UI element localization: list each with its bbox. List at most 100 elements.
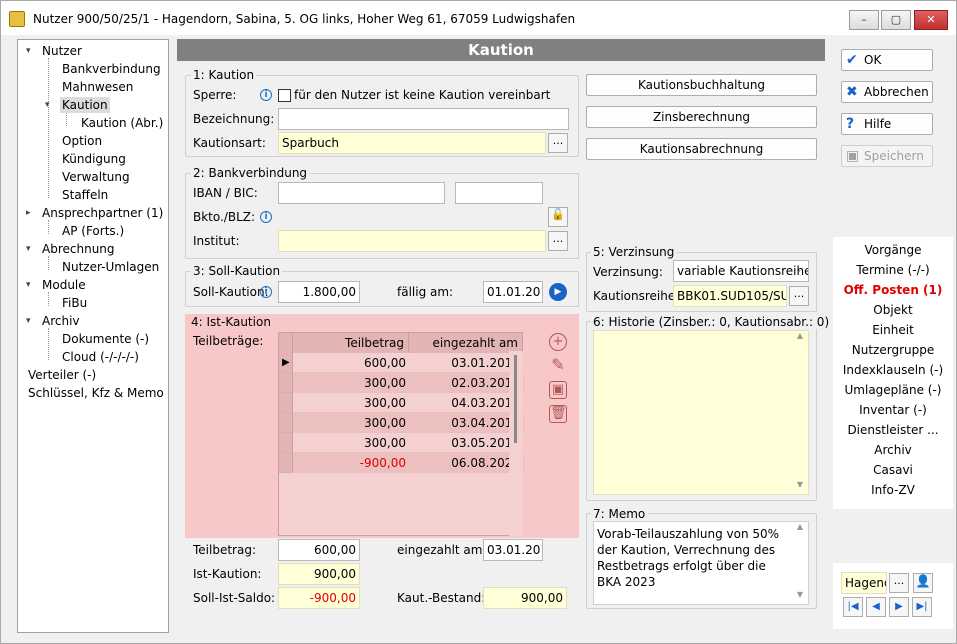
eingezahlt-cell[interactable]: 03.05.2018 (409, 433, 523, 453)
teilbetrag-cell[interactable]: 300,00 (293, 373, 409, 393)
table-row[interactable]: 300,00 03.04.2018 (279, 413, 524, 433)
nav-link[interactable]: Objekt (833, 303, 953, 317)
row-indicator[interactable] (279, 433, 293, 453)
tree-item-dokumente[interactable]: Dokumente (-) (62, 331, 149, 347)
tree-item-bankverbindung[interactable]: Bankverbindung (62, 61, 161, 77)
eingezahlt-cell[interactable]: 03.01.2018 (409, 353, 523, 373)
record-lookup-button[interactable]: ... (889, 573, 909, 593)
teilbetrag-cell[interactable]: -900,00 (293, 453, 409, 473)
play-icon[interactable]: ▶ (549, 283, 567, 301)
row-indicator[interactable] (279, 413, 293, 433)
faellig-field[interactable]: 01.01.2018 (483, 281, 543, 303)
ok-button[interactable]: ✔ OK (841, 49, 933, 71)
memo-scrollbar[interactable]: ▲ ▼ (792, 522, 808, 604)
nav-link[interactable]: Info-ZV (833, 483, 953, 497)
expand-icon[interactable]: ▸ (26, 208, 31, 218)
save-button[interactable]: ▣ Speichern (841, 145, 933, 167)
nav-link[interactable]: Vorgänge (833, 243, 953, 257)
kautionsreihe-lookup-button[interactable]: ... (789, 286, 809, 306)
institut-lookup-button[interactable]: ... (548, 231, 568, 251)
historie-box[interactable] (593, 330, 809, 495)
save-icon[interactable]: ▣ (549, 381, 567, 399)
zinsberechnung-button[interactable]: Zinsberechnung (586, 106, 817, 128)
collapse-icon[interactable]: ▾ (45, 100, 50, 110)
row-indicator[interactable] (279, 393, 293, 413)
tree-item-ansprechpartner[interactable]: Ansprechpartner (1) (42, 205, 163, 221)
table-row[interactable]: 300,00 03.05.2018 (279, 433, 524, 453)
help-button[interactable]: ? Hilfe (841, 113, 933, 135)
record-name-field[interactable]: Hagend (841, 572, 887, 594)
teilbetrag-cell[interactable]: 300,00 (293, 413, 409, 433)
tree-item-kaution[interactable]: Kaution (60, 97, 110, 113)
memo-textarea[interactable]: Vorab-Teilauszahlung von 50% der Kaution… (593, 521, 809, 605)
row-indicator[interactable] (279, 373, 293, 393)
table-row[interactable]: 300,00 04.03.2018 (279, 393, 524, 413)
nav-link[interactable]: Archiv (833, 443, 953, 457)
tree-item-staffeln[interactable]: Staffeln (62, 187, 108, 203)
next-record-button[interactable]: ▶ (889, 597, 909, 617)
kautionsart-lookup-button[interactable]: ... (548, 133, 568, 153)
collapse-icon[interactable]: ▾ (26, 316, 31, 326)
nav-link[interactable]: Indexklauseln (-) (833, 363, 953, 377)
maximize-button[interactable]: ▢ (881, 10, 911, 30)
table-row[interactable]: -900,00 06.08.2024 (279, 453, 524, 473)
eingezahlt-cell[interactable]: 03.04.2018 (409, 413, 523, 433)
institut-field[interactable] (278, 230, 546, 252)
verzinsung-select[interactable]: variable Kautionsreihe (673, 260, 809, 282)
person-icon[interactable]: 👤 (913, 573, 933, 593)
historie-scrollbar[interactable]: ▲ ▼ (792, 331, 808, 494)
edit-icon[interactable]: ✎ (549, 357, 567, 375)
nav-link[interactable]: Inventar (-) (833, 403, 953, 417)
info-icon[interactable]: i (260, 89, 272, 101)
sperre-checkbox[interactable] (278, 89, 291, 102)
teilbetrag-cell[interactable]: 300,00 (293, 433, 409, 453)
tree-item-ap-forts[interactable]: AP (Forts.) (62, 223, 124, 239)
add-icon[interactable]: + (549, 333, 567, 351)
nav-link[interactable]: Termine (-/-) (833, 263, 953, 277)
tree-item-nutzer[interactable]: Nutzer (42, 43, 82, 59)
nav-link[interactable]: Off. Posten (1) (833, 283, 953, 297)
nav-link[interactable]: Umlagepläne (-) (833, 383, 953, 397)
tree-item-abrechnung[interactable]: Abrechnung (42, 241, 115, 257)
tree-item-module[interactable]: Module (42, 277, 86, 293)
kautionsbuchhaltung-button[interactable]: Kautionsbuchhaltung (586, 74, 817, 96)
unlock-icon[interactable]: 🔓 (548, 207, 568, 227)
nav-link[interactable]: Casavi (833, 463, 953, 477)
tree-item-archiv[interactable]: Archiv (42, 313, 80, 329)
eingezahlt-cell[interactable]: 06.08.2024 (409, 453, 523, 473)
tree-item-kaution-abr[interactable]: Kaution (Abr.) (81, 115, 163, 131)
row-indicator[interactable] (279, 453, 293, 473)
tree-item-schluessel[interactable]: Schlüssel, Kfz & Memo (28, 385, 164, 401)
minimize-button[interactable]: – (849, 10, 879, 30)
teilbetrag-field[interactable]: 600,00 (278, 539, 360, 561)
tree-item-option[interactable]: Option (62, 133, 102, 149)
table-row[interactable]: 300,00 02.03.2018 (279, 373, 524, 393)
kautionsreihe-field[interactable]: BBK01.SUD105/SU002 (673, 285, 787, 307)
table-scrollbar[interactable] (509, 351, 523, 537)
column-header-eingezahlt[interactable]: eingezahlt am (409, 333, 523, 353)
scrollbar-thumb[interactable] (514, 355, 517, 443)
collapse-icon[interactable]: ▾ (26, 280, 31, 290)
eingezahlt-cell[interactable]: 04.03.2018 (409, 393, 523, 413)
tree-item-verwaltung[interactable]: Verwaltung (62, 169, 130, 185)
column-header-teilbetrag[interactable]: Teilbetrag (293, 333, 409, 353)
bic-field[interactable] (455, 182, 543, 204)
eingezahlt-field[interactable]: 03.01.2018 (483, 539, 543, 561)
nav-link[interactable]: Dienstleister ... (833, 423, 953, 437)
soll-field[interactable]: 1.800,00 (278, 281, 360, 303)
info-icon[interactable]: i (260, 211, 272, 223)
info-icon[interactable]: i (260, 286, 272, 298)
last-record-button[interactable]: ▶| (912, 597, 932, 617)
tree-item-kuendigung[interactable]: Kündigung (62, 151, 126, 167)
teilbetrag-cell[interactable]: 600,00 (293, 353, 409, 373)
teilbetrag-cell[interactable]: 300,00 (293, 393, 409, 413)
tree-item-cloud[interactable]: Cloud (-/-/-/-) (62, 349, 139, 365)
nav-link[interactable]: Einheit (833, 323, 953, 337)
iban-field[interactable] (278, 182, 445, 204)
cancel-button[interactable]: ✖ Abbrechen (841, 81, 933, 103)
kautionsabrechnung-button[interactable]: Kautionsabrechnung (586, 138, 817, 160)
tree-item-verteiler[interactable]: Verteiler (-) (28, 367, 96, 383)
collapse-icon[interactable]: ▾ (26, 244, 31, 254)
kautionsart-field[interactable]: Sparbuch (278, 132, 546, 154)
delete-icon[interactable]: 🗑 (549, 405, 567, 423)
